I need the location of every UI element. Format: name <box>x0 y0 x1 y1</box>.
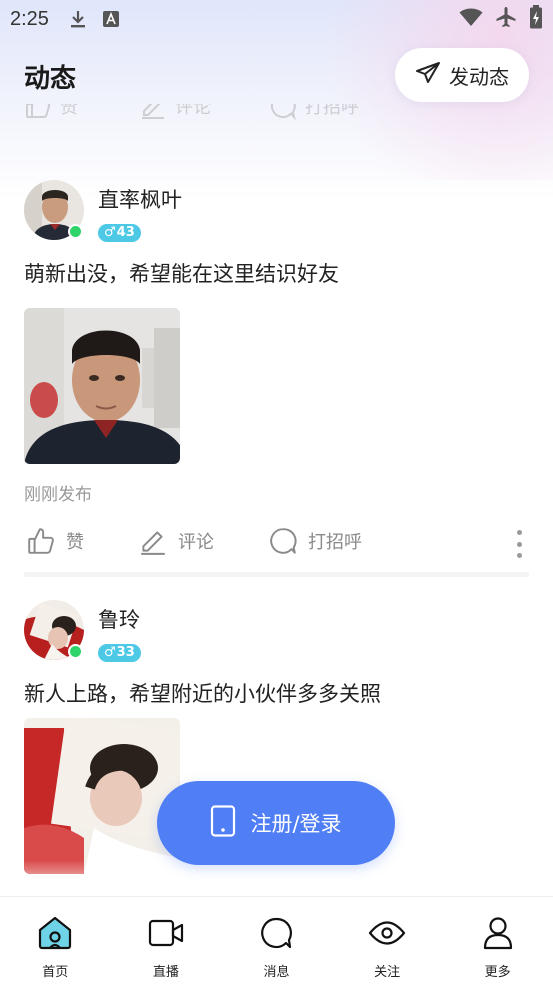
username[interactable]: 鲁玲 <box>98 604 140 634</box>
like-label: 赞 <box>66 532 84 553</box>
thumbs-up-icon <box>26 104 51 118</box>
post-photo[interactable] <box>24 308 180 464</box>
male-gender-icon: ♂ <box>104 645 116 660</box>
app-header: 动态 发动态 <box>0 46 553 104</box>
video-camera-icon <box>146 913 186 953</box>
post-divider <box>24 572 529 577</box>
wifi-icon <box>459 7 483 32</box>
post-text: 新人上路，希望附近的小伙伴多多关照 <box>24 682 381 706</box>
post-text: 萌新出没，希望能在这里结识好友 <box>24 262 339 286</box>
age-value: 33 <box>116 645 135 660</box>
pencil-icon <box>142 104 164 119</box>
post-timestamp: 刚刚发布 <box>24 485 92 505</box>
register-login-button[interactable]: 注册/登录 <box>157 781 395 865</box>
online-status-dot <box>68 644 83 659</box>
tab-messages-label: 消息 <box>263 965 290 980</box>
download-icon <box>69 9 87 29</box>
airplane-icon <box>495 6 517 33</box>
user-icon <box>478 913 518 953</box>
pencil-icon <box>141 531 165 555</box>
tab-follow-label: 关注 <box>374 965 401 980</box>
comment-button[interactable]: 评论 <box>138 526 214 556</box>
phone-icon <box>210 804 236 842</box>
battery-charging-icon <box>529 4 543 34</box>
username[interactable]: 直率枫叶 <box>98 184 182 214</box>
bottom-tab-bar: 首页 直播 消息 关注 更多 <box>0 896 553 984</box>
post-moment-label: 发动态 <box>449 64 509 89</box>
home-icon <box>35 913 75 953</box>
tab-messages[interactable]: 消息 <box>221 897 332 984</box>
bottom-fade <box>0 860 553 896</box>
comment-label: 评论 <box>178 532 214 553</box>
status-time: 2:25 <box>10 7 49 30</box>
tab-home-label: 首页 <box>42 965 69 980</box>
gender-age-badge: ♂ 43 <box>98 224 141 242</box>
eye-icon <box>367 913 407 953</box>
online-status-dot <box>68 224 83 239</box>
post-photo[interactable] <box>24 718 180 874</box>
register-login-label: 注册/登录 <box>250 812 342 836</box>
post-actions: 赞 评论 打招呼 <box>24 526 529 560</box>
tab-live[interactable]: 直播 <box>111 897 222 984</box>
age-value: 43 <box>116 225 135 240</box>
status-bar: 2:25 <box>0 0 553 38</box>
chat-bubble-icon <box>256 913 296 953</box>
faded-like: 赞 <box>24 104 139 120</box>
tab-more[interactable]: 更多 <box>442 897 553 984</box>
gender-age-badge: ♂ 33 <box>98 644 141 662</box>
font-a-icon <box>102 11 119 27</box>
faded-comment: 评论 <box>139 104 269 120</box>
greet-button[interactable]: 打招呼 <box>268 526 362 556</box>
page-title: 动态 <box>24 64 77 94</box>
paper-plane-icon <box>415 61 441 90</box>
chat-bubble-icon <box>270 104 296 120</box>
tab-more-label: 更多 <box>484 965 511 980</box>
male-gender-icon: ♂ <box>104 225 116 240</box>
thumbs-up-icon <box>28 528 54 554</box>
faded-greet: 打招呼 <box>269 104 359 120</box>
greet-label: 打招呼 <box>308 532 362 553</box>
tab-follow[interactable]: 关注 <box>332 897 443 984</box>
post-moment-button[interactable]: 发动态 <box>395 48 529 102</box>
tab-home[interactable]: 首页 <box>0 897 111 984</box>
more-options-button[interactable] <box>515 530 523 558</box>
chat-bubble-icon <box>270 528 297 554</box>
post-card: 直率枫叶 ♂ 43 萌新出没，希望能在这里结识好友 刚刚发布 赞 评论 打招呼 <box>24 180 529 580</box>
tab-live-label: 直播 <box>152 965 179 980</box>
like-button[interactable]: 赞 <box>26 526 84 556</box>
previous-post-actions: 赞 评论 打招呼 <box>24 104 529 128</box>
